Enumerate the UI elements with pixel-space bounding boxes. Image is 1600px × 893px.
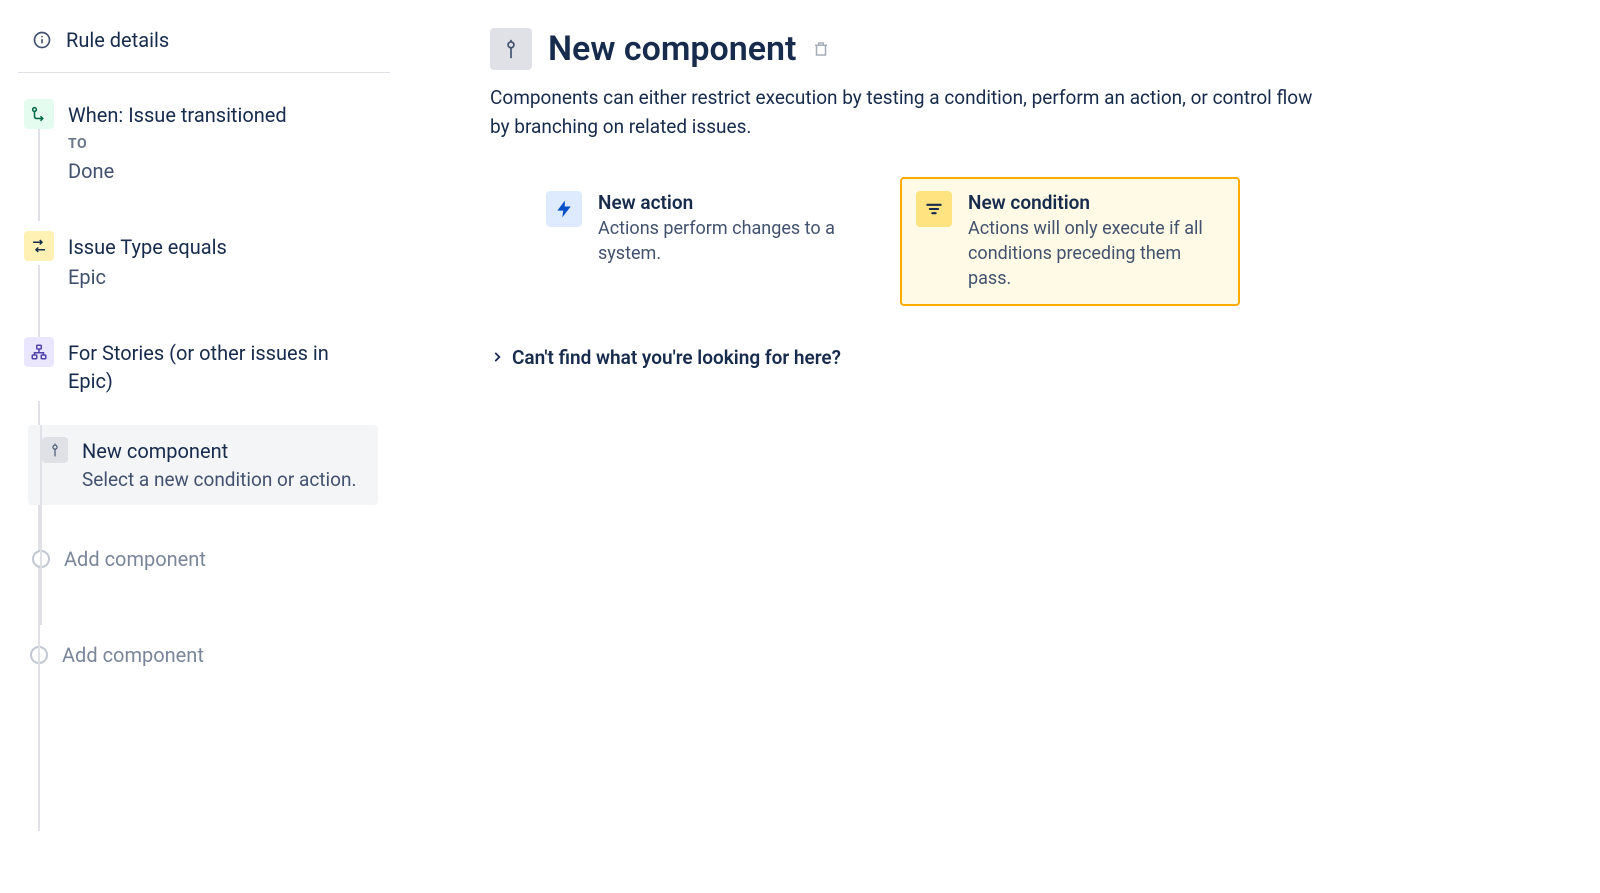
add-component-outer-label: Add component	[62, 643, 204, 667]
trigger-to-label: TO	[68, 135, 287, 155]
condition-step[interactable]: Issue Type equals Epic	[24, 231, 390, 291]
condition-value: Epic	[68, 263, 227, 291]
main-panel: New component Components can either rest…	[400, 0, 1600, 893]
trigger-step[interactable]: When: Issue transitioned TO Done	[24, 99, 390, 185]
new-component-title: New component	[82, 437, 356, 465]
info-icon	[32, 30, 52, 50]
condition-title: Issue Type equals	[68, 233, 227, 261]
condition-icon	[24, 231, 54, 261]
branch-title: For Stories (or other issues in Epic)	[68, 339, 378, 395]
cant-find-label: Can't find what you're looking for here?	[512, 346, 841, 369]
component-header-icon	[490, 28, 532, 70]
add-component-outer[interactable]: Add component	[30, 643, 390, 667]
filter-icon	[916, 191, 952, 227]
trigger-to-value: Done	[68, 157, 287, 185]
branch-step[interactable]: For Stories (or other issues in Epic) Ne…	[24, 337, 390, 574]
new-component-card[interactable]: New component Select a new condition or …	[28, 425, 378, 506]
rule-sidebar: Rule details When: Issue transitioned TO…	[0, 0, 400, 893]
add-component-inner-label: Add component	[64, 545, 206, 573]
cant-find-toggle[interactable]: Can't find what you're looking for here?	[490, 346, 1560, 369]
new-component-desc: Select a new condition or action.	[82, 467, 356, 494]
page-title: New component	[548, 29, 796, 69]
trigger-icon	[24, 99, 54, 129]
component-options: New action Actions perform changes to a …	[530, 177, 1560, 306]
rule-tree: When: Issue transitioned TO Done Issue T…	[18, 99, 390, 667]
rule-details-row[interactable]: Rule details	[18, 18, 390, 73]
option-new-action[interactable]: New action Actions perform changes to a …	[530, 177, 870, 306]
chevron-right-icon	[490, 350, 504, 364]
rule-details-label: Rule details	[66, 28, 169, 52]
trigger-title: When: Issue transitioned	[68, 101, 287, 129]
delete-icon[interactable]	[812, 40, 830, 58]
branch-icon	[24, 337, 54, 367]
bolt-icon	[546, 191, 582, 227]
option-condition-desc: Actions will only execute if all conditi…	[968, 216, 1224, 292]
branch-nested: New component Select a new condition or …	[68, 425, 378, 574]
option-condition-title: New condition	[968, 191, 1224, 214]
component-icon	[42, 437, 68, 463]
add-component-inner[interactable]: Add component	[32, 545, 378, 573]
option-action-title: New action	[598, 191, 854, 214]
option-new-condition[interactable]: New condition Actions will only execute …	[900, 177, 1240, 306]
main-header: New component	[490, 28, 1560, 70]
main-description: Components can either restrict execution…	[490, 84, 1320, 141]
option-action-desc: Actions perform changes to a system.	[598, 216, 854, 266]
